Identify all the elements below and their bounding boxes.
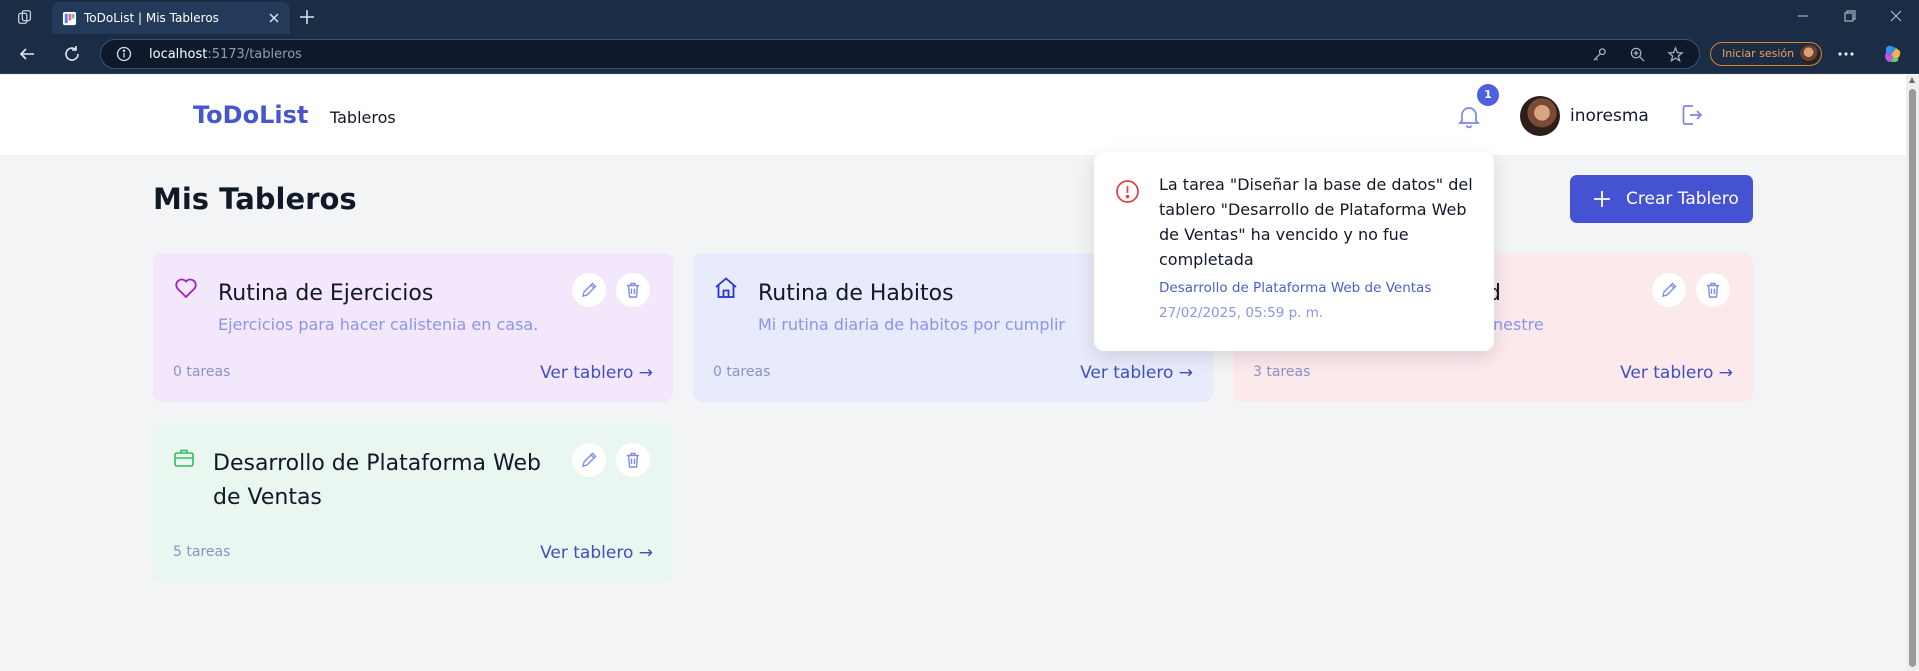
zoom-icon[interactable] — [1629, 46, 1646, 63]
edit-board-button[interactable] — [1652, 273, 1686, 307]
notification-board-link[interactable]: Desarrollo de Plataforma Web de Ventas — [1159, 280, 1431, 296]
plus-icon — [1594, 191, 1610, 207]
board-description: Mi rutina diaria de habitos por cumplir — [758, 315, 1065, 334]
minimize-icon[interactable] — [1795, 8, 1811, 24]
scroll-up-arrow[interactable] — [1909, 77, 1915, 83]
delete-board-button[interactable] — [616, 443, 650, 477]
board-title: Rutina de Habitos — [758, 281, 954, 306]
key-icon[interactable] — [1591, 46, 1608, 63]
view-board-link[interactable]: Ver tablero → — [540, 363, 653, 383]
url-path: :5173/tableros — [207, 47, 302, 62]
page-title: Mis Tableros — [153, 182, 357, 216]
create-board-label: Crear Tablero — [1626, 189, 1739, 209]
page-scrollbar[interactable] — [1906, 75, 1919, 671]
briefcase-icon — [174, 449, 194, 467]
create-board-button[interactable]: Crear Tablero — [1570, 175, 1753, 223]
more-options-icon[interactable] — [1836, 44, 1856, 64]
app-brand[interactable]: ToDoList — [193, 101, 308, 129]
restore-icon[interactable] — [1842, 8, 1858, 24]
board-description: nestre — [1493, 315, 1544, 334]
board-task-count: 0 tareas — [173, 364, 231, 380]
board-description: Ejercicios para hacer calistenia en casa… — [218, 315, 539, 334]
board-task-count: 5 tareas — [173, 544, 231, 560]
address-bar[interactable]: localhost:5173/tableros — [100, 39, 1700, 69]
url-host: localhost — [149, 47, 208, 62]
notification-message: La tarea "Diseñar la base de datos" del … — [1159, 175, 1473, 269]
browser-tab-bar: ToDoList | Mis Tableros — [0, 0, 1919, 34]
view-board-link[interactable]: Ver tablero → — [540, 543, 653, 563]
scroll-thumb[interactable] — [1909, 89, 1916, 667]
alert-circle-icon — [1116, 180, 1139, 203]
pencil-icon — [1662, 282, 1677, 297]
view-board-link[interactable]: Ver tablero → — [1620, 363, 1733, 383]
favorite-star-icon[interactable] — [1667, 46, 1684, 63]
back-icon[interactable] — [17, 44, 37, 64]
board-card[interactable]: Rutina de Ejercicios Ejercicios para hac… — [153, 253, 673, 402]
board-title: Desarrollo de Plataforma Web de Ventas — [213, 451, 541, 510]
favicon-icon — [62, 11, 77, 26]
delete-board-button[interactable] — [1696, 273, 1730, 307]
trash-icon — [1707, 282, 1719, 298]
copilot-icon[interactable] — [1882, 43, 1904, 65]
active-tab[interactable]: ToDoList | Mis Tableros — [52, 2, 290, 34]
notification-badge[interactable]: 1 — [1477, 84, 1499, 106]
bell-icon[interactable] — [1455, 102, 1483, 130]
username[interactable]: inoresma — [1570, 106, 1649, 126]
notification-dropdown[interactable]: La tarea "Diseñar la base de datos" del … — [1094, 152, 1494, 351]
board-card[interactable]: Desarrollo de Plataforma Web de Ventas 5… — [153, 423, 673, 582]
page-content: ToDoList Tableros 1 inoresma Mis Tablero… — [0, 75, 1906, 671]
new-tab-icon[interactable] — [298, 8, 316, 26]
tab-title: ToDoList | Mis Tableros — [84, 11, 219, 25]
close-tab-icon[interactable] — [266, 10, 282, 26]
edit-board-button[interactable] — [572, 273, 606, 307]
trash-icon — [627, 452, 639, 468]
workspaces-icon[interactable] — [16, 8, 34, 26]
view-board-link[interactable]: Ver tablero → — [1080, 363, 1193, 383]
logout-icon[interactable] — [1679, 102, 1705, 128]
url-text[interactable]: localhost:5173/tableros — [149, 47, 302, 62]
board-task-count: 0 tareas — [713, 364, 771, 380]
app-navbar: ToDoList Tableros 1 inoresma — [0, 75, 1906, 155]
heart-icon — [175, 278, 197, 299]
signin-button[interactable]: Iniciar sesión — [1710, 42, 1822, 66]
pencil-icon — [582, 452, 597, 467]
notification-date: 27/02/2025, 05:59 p. m. — [1159, 305, 1324, 321]
board-task-count: 3 tareas — [1253, 364, 1311, 380]
profile-avatar — [1800, 45, 1819, 64]
nav-link-tableros[interactable]: Tableros — [330, 108, 396, 127]
reload-icon[interactable] — [62, 44, 82, 64]
user-avatar[interactable] — [1520, 96, 1560, 136]
pencil-icon — [582, 282, 597, 297]
close-window-icon[interactable] — [1888, 8, 1904, 24]
browser-toolbar: localhost:5173/tableros Iniciar sesión — [0, 34, 1919, 74]
site-info-icon[interactable] — [116, 46, 132, 62]
board-title: Rutina de Ejercicios — [218, 281, 434, 306]
home-icon — [715, 277, 737, 298]
edit-board-button[interactable] — [572, 443, 606, 477]
delete-board-button[interactable] — [616, 273, 650, 307]
signin-label: Iniciar sesión — [1722, 47, 1795, 60]
trash-icon — [627, 282, 639, 298]
